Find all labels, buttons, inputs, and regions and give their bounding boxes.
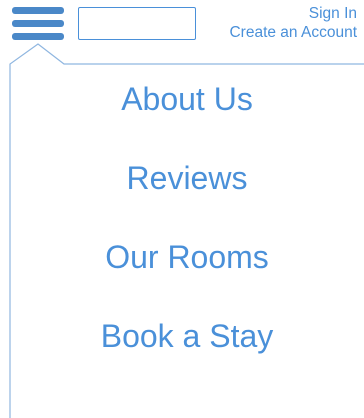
hamburger-bar <box>12 7 64 14</box>
search-input[interactable] <box>78 7 196 40</box>
hamburger-bar <box>12 20 64 27</box>
menu-item-label: Book a Stay <box>100 318 274 354</box>
menu-item-book-a-stay[interactable]: Book a Stay <box>10 317 364 396</box>
menu-item-label: About Us <box>121 81 253 117</box>
hamburger-menu-icon[interactable] <box>12 7 64 45</box>
create-account-link[interactable]: Create an Account <box>229 23 357 42</box>
menu-item-our-rooms[interactable]: Our Rooms <box>10 238 364 317</box>
menu-item-label: Our Rooms <box>105 239 269 275</box>
account-links: Sign In Create an Account <box>229 4 357 42</box>
sign-in-link[interactable]: Sign In <box>229 4 357 23</box>
hamburger-bar <box>12 33 64 40</box>
nav-menu: About Us Reviews Our Rooms Book a Stay <box>10 80 364 396</box>
menu-item-label: Reviews <box>126 160 248 196</box>
menu-item-about-us[interactable]: About Us <box>10 80 364 159</box>
menu-item-reviews[interactable]: Reviews <box>10 159 364 238</box>
